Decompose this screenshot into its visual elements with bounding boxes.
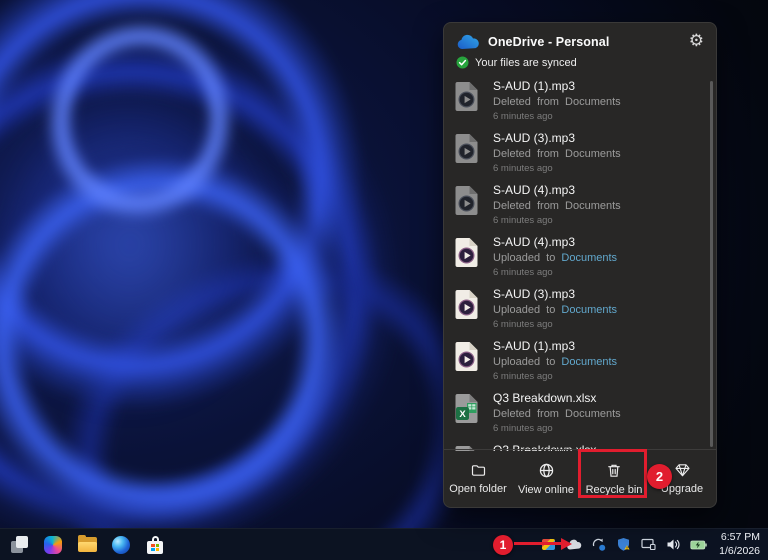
activity-list: S-AUD (1).mp3 Deleted from Documents 6 min… [444, 77, 716, 451]
clock-date: 1/6/2026 [719, 544, 760, 557]
documents-link[interactable]: Documents [561, 304, 617, 316]
taskbar-clock[interactable]: 6:57 PM 1/6/2026 [715, 531, 760, 558]
file-action: Uploaded to Documents [493, 304, 618, 316]
view-online-label: View online [517, 483, 575, 496]
sync-status-text: Your files are synced [475, 56, 577, 69]
gem-icon [674, 464, 690, 477]
gear-icon[interactable]: ⚙ [689, 33, 704, 50]
file-name: Q3 Breakdown.xlsx [493, 391, 597, 405]
documents-label: Documents [565, 200, 621, 212]
battery-charging-icon[interactable] [690, 536, 707, 553]
mp3-deleted-file-icon [455, 81, 480, 112]
documents-label: Documents [565, 96, 621, 108]
activity-item[interactable]: S-AUD (3).mp3 Deleted from Documents 6 min… [444, 129, 716, 181]
open-folder-button[interactable]: Open folder [444, 450, 512, 507]
file-action: Uploaded to Documents [493, 252, 618, 264]
volume-icon[interactable] [665, 536, 682, 553]
file-action: Uploaded to Documents [493, 356, 618, 368]
sync-pending-icon[interactable] [590, 536, 607, 553]
taskbar: 6:57 PM 1/6/2026 [0, 528, 768, 560]
file-time: 6 minutes ago [493, 423, 553, 434]
file-name: S-AUD (1).mp3 [493, 79, 576, 93]
clock-time: 6:57 PM [720, 530, 760, 543]
view-online-button[interactable]: View online [512, 450, 580, 507]
activity-item[interactable]: S-AUD (3).mp3 Uploaded to Documents 6 minu… [444, 285, 716, 337]
open-folder-label: Open folder [449, 483, 507, 495]
file-name: S-AUD (3).mp3 [493, 287, 576, 301]
file-time: 6 minutes ago [493, 215, 553, 226]
file-action: Deleted from Documents [493, 408, 621, 420]
activity-item[interactable]: X Q3 Breakdown.xlsx Deleted from Documents… [444, 389, 716, 441]
file-time: 6 minutes ago [493, 267, 553, 278]
file-name: S-AUD (3).mp3 [493, 131, 576, 145]
file-explorer-icon[interactable] [75, 533, 99, 557]
documents-link[interactable]: Documents [561, 356, 617, 368]
desktop-screen: OneDrive - Personal ⚙ Your files are syn… [0, 0, 768, 560]
globe-icon [539, 463, 553, 477]
svg-text:X: X [459, 409, 466, 420]
annotation-highlight-rect [578, 449, 647, 498]
file-time: 6 minutes ago [493, 319, 553, 330]
documents-link[interactable]: Documents [561, 252, 617, 264]
onedrive-cloud-icon [457, 34, 479, 49]
security-shield-icon[interactable] [615, 536, 632, 553]
file-time: 6 minutes ago [493, 111, 553, 122]
activity-item[interactable]: S-AUD (4).mp3 Deleted from Documents 6 min… [444, 181, 716, 233]
sync-status: Your files are synced [444, 52, 716, 75]
annotation-arrow [514, 542, 563, 545]
documents-label: Documents [565, 148, 621, 160]
file-action: Deleted from Documents [493, 200, 621, 212]
mp3-uploaded-file-icon [455, 341, 480, 372]
annotation-step-1-badge: 1 [493, 535, 513, 555]
mp3-deleted-file-icon [455, 185, 480, 216]
file-name: S-AUD (4).mp3 [493, 235, 576, 249]
file-name: S-AUD (1).mp3 [493, 339, 576, 353]
annotation-step-2-badge: 2 [647, 464, 672, 489]
annotation-arrow-head [561, 537, 572, 550]
activity-item[interactable]: S-AUD (1).mp3 Uploaded to Documents 6 minu… [444, 337, 716, 389]
onedrive-panel-header: OneDrive - Personal ⚙ [444, 23, 716, 52]
file-action: Deleted from Documents [493, 96, 621, 108]
file-name: S-AUD (4).mp3 [493, 183, 576, 197]
synced-check-icon [456, 56, 469, 69]
mp3-deleted-file-icon [455, 133, 480, 164]
panel-title: OneDrive - Personal [488, 34, 610, 49]
copilot-icon[interactable] [41, 533, 65, 557]
system-tray: 6:57 PM 1/6/2026 [540, 531, 768, 558]
display-project-icon[interactable] [640, 536, 657, 553]
activity-item[interactable]: S-AUD (4).mp3 Uploaded to Documents 6 minu… [444, 233, 716, 285]
scrollbar[interactable] [710, 81, 713, 447]
file-action: Deleted from Documents [493, 148, 621, 160]
mp3-uploaded-file-icon [455, 289, 480, 320]
file-time: 6 minutes ago [493, 371, 553, 382]
activity-item[interactable]: S-AUD (1).mp3 Deleted from Documents 6 min… [444, 77, 716, 129]
task-view-button[interactable] [7, 533, 31, 557]
onedrive-flyout-panel: OneDrive - Personal ⚙ Your files are syn… [443, 22, 717, 508]
xlsx-file-icon: X [455, 393, 480, 424]
documents-label: Documents [565, 408, 621, 420]
edge-icon[interactable] [109, 533, 133, 557]
microsoft-store-icon[interactable] [143, 533, 167, 557]
mp3-uploaded-file-icon [455, 237, 480, 268]
file-time: 6 minutes ago [493, 163, 553, 174]
folder-icon [471, 465, 485, 476]
taskbar-pinned-apps [0, 533, 167, 557]
